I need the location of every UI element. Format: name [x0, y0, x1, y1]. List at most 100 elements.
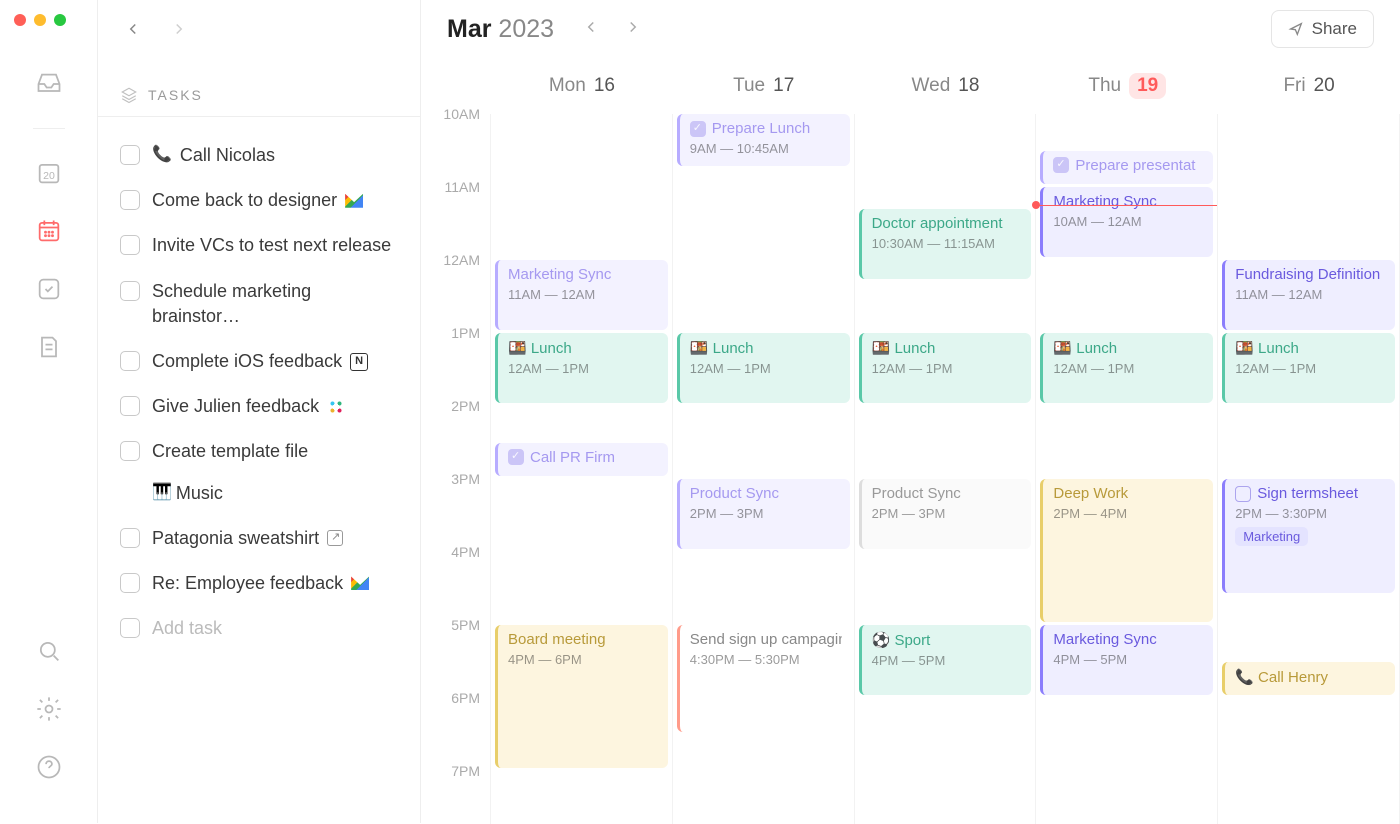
task-item[interactable]: Re: Employee feedback	[112, 561, 406, 606]
task-item[interactable]: Create template file🎹Music	[112, 429, 406, 515]
task-text: Give Julien feedback	[152, 394, 398, 419]
calendar-body[interactable]: 10AM11AM12AM1PM2PM3PM4PM5PM6PM7PM Market…	[421, 114, 1400, 824]
task-checkbox	[120, 618, 140, 638]
sidebar-title: TASKS	[148, 87, 203, 103]
calendar-event[interactable]: Send sign up campagin4:30PM — 5:30PM	[677, 625, 850, 732]
calendar-icon[interactable]	[35, 217, 63, 245]
inbox-icon[interactable]	[35, 70, 63, 98]
day-column[interactable]: Prepare presentatMarketing Sync10AM — 12…	[1036, 114, 1218, 824]
external-link-icon	[327, 530, 343, 546]
day-column[interactable]: Marketing Sync11AM — 12AM🍱 Lunch12AM — 1…	[491, 114, 673, 824]
task-text: 📞Call Nicolas	[152, 143, 398, 168]
calendar-event[interactable]: Board meeting4PM — 6PM	[495, 625, 668, 768]
day-header[interactable]: Fri 20	[1218, 58, 1400, 114]
calendar-event[interactable]: Marketing Sync10AM — 12AM	[1040, 187, 1213, 257]
calendar-event[interactable]: Marketing Sync4PM — 5PM	[1040, 625, 1213, 695]
time-label: 7PM	[451, 763, 480, 779]
time-column: 10AM11AM12AM1PM2PM3PM4PM5PM6PM7PM	[421, 114, 491, 824]
time-label: 4PM	[451, 544, 480, 560]
calendar-event[interactable]: Sign termsheet2PM — 3:30PMMarketing	[1222, 479, 1395, 593]
gear-icon[interactable]	[35, 695, 63, 723]
calendar-event[interactable]: 🍱 Lunch12AM — 1PM	[1222, 333, 1395, 403]
phone-icon: 📞	[152, 144, 172, 166]
calendar-event[interactable]: 📞 Call Henry	[1222, 662, 1395, 696]
calendar-event[interactable]: ⚽ Sport4PM — 5PM	[859, 625, 1032, 695]
calendar-event[interactable]: Fundraising Definition11AM — 12AM	[1222, 260, 1395, 330]
main-header: Mar 2023 Share	[421, 0, 1400, 58]
calendar-event[interactable]: 🍱 Lunch12AM — 1PM	[859, 333, 1032, 403]
task-item[interactable]: Give Julien feedback	[112, 384, 406, 429]
calendar-event[interactable]: Call PR Firm	[495, 443, 668, 477]
checkbox-icon[interactable]	[35, 275, 63, 303]
task-text: Schedule marketing brainstor…	[152, 279, 398, 329]
day-column[interactable]: Prepare Lunch9AM — 10:45AM 🍱 Lunch12AM — …	[673, 114, 855, 824]
task-item[interactable]: Complete iOS feedbackN	[112, 339, 406, 384]
sidebar-header[interactable]: TASKS	[98, 74, 420, 117]
event-tag: Marketing	[1235, 527, 1308, 546]
day-header-row: Mon 16Tue 17Wed 18Thu 19Fri 20	[421, 58, 1400, 114]
task-checkbox[interactable]	[120, 145, 140, 165]
date-square-icon[interactable]: 20	[35, 159, 63, 187]
task-tag: 🎹Music	[152, 481, 223, 506]
calendar-event[interactable]: Product Sync2PM — 3PM	[677, 479, 850, 549]
note-icon[interactable]	[35, 333, 63, 361]
day-header[interactable]: Wed 18	[855, 58, 1037, 114]
day-header[interactable]: Thu 19	[1036, 58, 1218, 114]
calendar-event[interactable]: Doctor appointment10:30AM — 11:15AM	[859, 209, 1032, 279]
time-label: 10AM	[443, 106, 480, 122]
calendar-event[interactable]: 🍱 Lunch12AM — 1PM	[495, 333, 668, 403]
task-text: Invite VCs to test next release	[152, 233, 398, 258]
task-item[interactable]: Patagonia sweatshirt	[112, 516, 406, 561]
task-item[interactable]: Invite VCs to test next release	[112, 223, 406, 268]
main: Mar 2023 Share Mon 16Tue 17Wed 18Thu 19F…	[421, 0, 1400, 823]
task-checkbox[interactable]	[120, 351, 140, 371]
time-label: 12AM	[443, 252, 480, 268]
search-icon[interactable]	[35, 637, 63, 665]
add-task-button[interactable]: Add task	[112, 606, 406, 651]
calendar-event[interactable]: Marketing Sync11AM — 12AM	[495, 260, 668, 330]
layers-icon	[120, 86, 138, 104]
event-checkbox-icon[interactable]	[508, 449, 524, 465]
sidebar: TASKS 📞Call Nicolas Come back to designer…	[98, 0, 421, 823]
task-checkbox[interactable]	[120, 281, 140, 301]
day-header[interactable]: Mon 16	[491, 58, 673, 114]
time-label: 3PM	[451, 471, 480, 487]
time-label: 1PM	[451, 325, 480, 341]
task-list: 📞Call Nicolas Come back to designer Invite…	[98, 117, 420, 667]
calendar-event[interactable]: 🍱 Lunch12AM — 1PM	[1040, 333, 1213, 403]
calendar-event[interactable]: Deep Work2PM — 4PM	[1040, 479, 1213, 622]
slack-icon	[327, 398, 345, 416]
prev-month-button[interactable]	[582, 18, 600, 41]
calendar-event[interactable]: Prepare presentat	[1040, 151, 1213, 185]
day-column[interactable]: Doctor appointment10:30AM — 11:15AM 🍱 Lun…	[855, 114, 1037, 824]
task-checkbox[interactable]	[120, 396, 140, 416]
event-checkbox-icon[interactable]	[1053, 157, 1069, 173]
svg-text:20: 20	[43, 170, 55, 182]
divider	[33, 128, 65, 129]
month-title: Mar 2023	[447, 15, 554, 44]
task-item[interactable]: Come back to designer	[112, 178, 406, 223]
task-checkbox[interactable]	[120, 235, 140, 255]
task-checkbox[interactable]	[120, 190, 140, 210]
calendar-event[interactable]: Prepare Lunch9AM — 10:45AM	[677, 114, 850, 166]
day-column[interactable]: Fundraising Definition11AM — 12AM🍱 Lunch…	[1218, 114, 1400, 824]
calendar-event[interactable]: 🍱 Lunch12AM — 1PM	[677, 333, 850, 403]
event-checkbox-icon[interactable]	[1235, 486, 1251, 502]
share-button[interactable]: Share	[1271, 10, 1374, 48]
calendar-event[interactable]: Product Sync2PM — 3PM	[859, 479, 1032, 549]
task-text: Come back to designer	[152, 188, 398, 213]
event-checkbox-icon[interactable]	[690, 121, 706, 137]
task-text: Create template file🎹Music	[152, 439, 398, 505]
time-label: 11AM	[444, 179, 480, 195]
task-checkbox[interactable]	[120, 573, 140, 593]
task-checkbox[interactable]	[120, 441, 140, 461]
task-checkbox[interactable]	[120, 528, 140, 548]
notion-icon: N	[350, 353, 368, 371]
day-header[interactable]: Tue 17	[673, 58, 855, 114]
next-month-button[interactable]	[624, 18, 642, 41]
task-item[interactable]: 📞Call Nicolas	[112, 133, 406, 178]
gmail-icon	[351, 576, 369, 590]
help-icon[interactable]	[35, 753, 63, 781]
share-icon	[1288, 21, 1304, 37]
task-item[interactable]: Schedule marketing brainstor…	[112, 269, 406, 339]
